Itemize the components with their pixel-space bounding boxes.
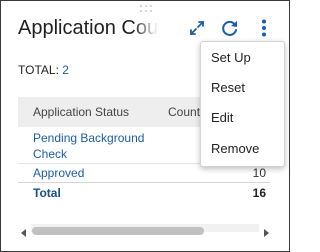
- scrollbar-thumb[interactable]: [32, 227, 204, 235]
- expand-icon[interactable]: [187, 18, 207, 38]
- count-cell: 10: [252, 166, 266, 180]
- column-header-count[interactable]: Count: [168, 105, 200, 119]
- status-link[interactable]: Approved: [33, 166, 84, 180]
- total-summary: TOTAL: 2: [18, 63, 69, 77]
- widget-title: Application Count: [18, 17, 158, 39]
- menu-item-set-up[interactable]: Set Up: [211, 50, 251, 65]
- total-row-count: 16: [252, 186, 266, 200]
- status-link[interactable]: Pending Background Check: [33, 130, 158, 162]
- table-total-row: Total 16: [18, 182, 270, 203]
- more-vertical-icon[interactable]: [254, 18, 274, 38]
- menu-item-reset[interactable]: Reset: [211, 80, 245, 95]
- total-row-label: Total: [33, 186, 61, 200]
- scroll-right-arrow-icon[interactable]: [262, 224, 270, 237]
- widget-actions-menu: Set Up Reset Edit Remove: [200, 41, 285, 167]
- horizontal-scrollbar[interactable]: [18, 221, 272, 237]
- application-count-widget: Application Count TOTAL: 2 Applica: [0, 0, 290, 252]
- scrollbar-track[interactable]: [31, 224, 259, 235]
- column-header-status[interactable]: Application Status: [33, 105, 129, 119]
- menu-item-edit[interactable]: Edit: [211, 110, 233, 125]
- total-value: 2: [62, 63, 69, 77]
- menu-item-remove[interactable]: Remove: [211, 141, 259, 156]
- total-label: TOTAL:: [18, 63, 59, 77]
- refresh-icon[interactable]: [220, 18, 240, 38]
- scroll-left-arrow-icon[interactable]: [20, 224, 28, 237]
- drag-handle-icon[interactable]: [140, 5, 154, 15]
